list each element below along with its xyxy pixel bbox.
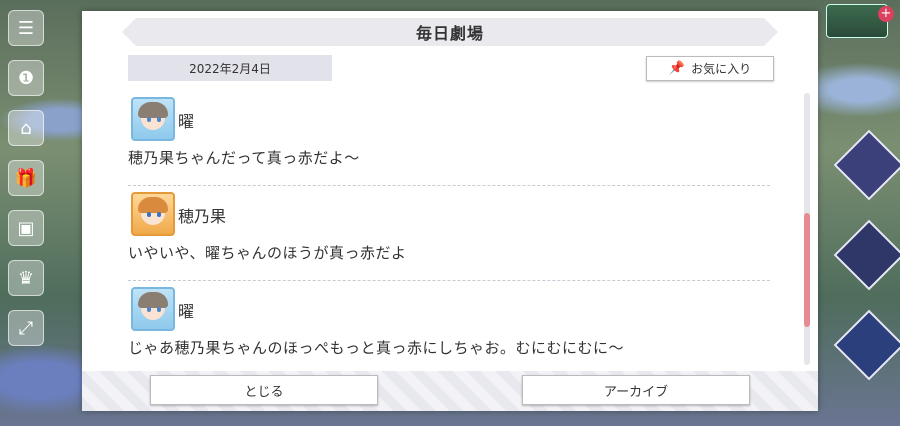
favorite-button[interactable]: 📌 お気に入り (646, 56, 774, 81)
story-diamond-icon[interactable] (833, 129, 900, 201)
dialog-footer: とじる アーカイブ (82, 371, 818, 411)
fullscreen-icon[interactable]: ⤢ (8, 310, 44, 346)
trophy-icon[interactable]: ♛ (8, 260, 44, 296)
dialog-content[interactable]: 曜 穂乃果ちゃんだって真っ赤だよ〜 穂乃果 いやいや、曜ちゃんのほうが真っ赤だよ… (128, 91, 770, 373)
avatar (131, 287, 175, 331)
speaker-name: 曜 (178, 112, 195, 131)
screen-icon[interactable]: ▣ (8, 210, 44, 246)
scrollbar-thumb[interactable] (804, 213, 810, 327)
daily-theater-dialog: 毎日劇場 2022年2月4日 📌 お気に入り 曜 穂乃果ちゃんだって真っ赤だよ〜… (82, 11, 818, 411)
close-button[interactable]: とじる (150, 375, 378, 405)
dialogue-text: いやいや、曜ちゃんのほうが真っ赤だよ (128, 244, 407, 262)
training-diamond-icon[interactable] (833, 219, 900, 291)
shop-icon[interactable]: ⌂ (8, 110, 44, 146)
dialogue-text: 穂乃果ちゃんだって真っ赤だよ〜 (128, 149, 360, 167)
archive-button[interactable]: アーカイブ (522, 375, 750, 405)
list-item: 曜 穂乃果ちゃんだって真っ赤だよ〜 (128, 91, 770, 186)
favorite-button-label: お気に入り (691, 62, 752, 76)
list-item: 曜 じゃあ穂乃果ちゃんのほっぺもっと真っ赤にしちゃお。むにむにむに〜 (128, 281, 770, 373)
right-menu: + (818, 0, 900, 426)
dialogue-text: じゃあ穂乃果ちゃんのほっぺもっと真っ赤にしちゃお。むにむにむに〜 (128, 339, 625, 357)
hamburger-menu-icon[interactable]: ☰ (8, 10, 44, 46)
members-diamond-icon[interactable] (833, 309, 900, 381)
scrollbar[interactable] (804, 93, 810, 365)
chat-icon[interactable]: ❶ (8, 60, 44, 96)
date-tag: 2022年2月4日 (128, 55, 332, 81)
list-item: 穂乃果 いやいや、曜ちゃんのほうが真っ赤だよ (128, 186, 770, 281)
pin-icon: 📌 (668, 61, 686, 76)
avatar (131, 97, 175, 141)
dialog-title: 毎日劇場 (122, 18, 778, 46)
speaker-name: 曜 (178, 302, 195, 321)
left-menu: ☰ ❶ ⌂ 🎁 ▣ ♛ ⤢ (0, 0, 82, 426)
present-icon[interactable]: 🎁 (8, 160, 44, 196)
add-currency-button[interactable]: + (878, 6, 894, 22)
speaker-name: 穂乃果 (178, 207, 227, 226)
avatar (131, 192, 175, 236)
